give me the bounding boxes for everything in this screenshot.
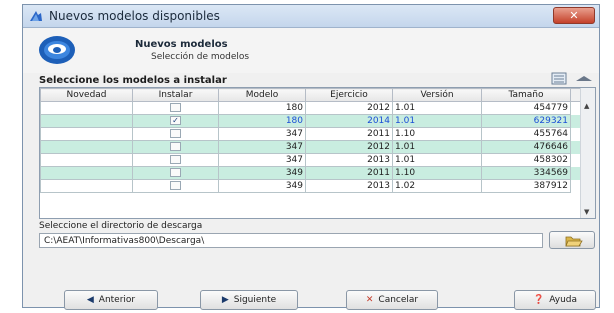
dialog-window: Nuevos modelos disponibles ✕ Nuevos mode… [22, 4, 600, 308]
install-checkbox[interactable] [170, 129, 181, 138]
cell-novedad [40, 166, 133, 180]
cell-instalar[interactable] [132, 166, 219, 180]
title-bar[interactable]: Nuevos modelos disponibles ✕ [23, 5, 599, 28]
install-checkbox[interactable] [170, 142, 181, 151]
cell-modelo: 180 [218, 101, 306, 115]
col-header-tamano[interactable]: Tamaño [481, 88, 571, 102]
install-checkbox[interactable] [170, 103, 181, 112]
cell-version: 1.01 [392, 114, 482, 128]
table-row[interactable]: 180 2012 1.01 454779 [40, 101, 584, 115]
cell-version: 1.10 [392, 127, 482, 141]
cell-novedad [40, 114, 133, 128]
cell-modelo: 347 [218, 140, 306, 154]
next-button[interactable]: ▶ Siguiente [200, 290, 298, 310]
cell-instalar[interactable]: ✓ [132, 114, 219, 128]
cell-tamano: 455764 [481, 127, 571, 141]
cell-instalar[interactable] [132, 140, 219, 154]
table-row[interactable]: ✓ 180 2014 1.01 629321 [40, 114, 584, 128]
cell-version: 1.01 [392, 140, 482, 154]
col-header-modelo[interactable]: Modelo [218, 88, 306, 102]
col-header-version[interactable]: Versión [392, 88, 482, 102]
cell-modelo: 347 [218, 153, 306, 167]
filter-icon[interactable] [575, 72, 593, 85]
help-button-label: Ayuda [549, 295, 578, 305]
cancel-button-label: Cancelar [378, 295, 419, 305]
back-button[interactable]: ◀ Anterior [64, 290, 158, 310]
cell-modelo: 349 [218, 166, 306, 180]
header-panel: Nuevos modelos Selección de modelos [23, 28, 599, 73]
cell-ejercicio: 2013 [305, 153, 393, 167]
header-subtitle: Selección de modelos [151, 52, 250, 62]
table-header-row: Novedad Instalar Modelo Ejercicio Versió… [40, 88, 584, 102]
select-all-icon[interactable] [551, 72, 569, 85]
browse-folder-button[interactable] [549, 231, 595, 249]
col-header-novedad[interactable]: Novedad [40, 88, 133, 102]
cell-tamano: 334569 [481, 166, 571, 180]
cell-tamano: 629321 [481, 114, 571, 128]
cell-tamano: 458302 [481, 153, 571, 167]
install-checkbox[interactable] [170, 155, 181, 164]
cell-ejercicio: 2011 [305, 166, 393, 180]
cell-ejercicio: 2014 [305, 114, 393, 128]
back-button-label: Anterior [98, 295, 136, 305]
cell-version: 1.01 [392, 101, 482, 115]
cell-novedad [40, 153, 133, 167]
table-row[interactable]: 347 2013 1.01 458302 [40, 153, 584, 167]
table-row[interactable]: 347 2011 1.10 455764 [40, 127, 584, 141]
cell-ejercicio: 2013 [305, 179, 393, 193]
col-header-instalar[interactable]: Instalar [132, 88, 219, 102]
cell-ejercicio: 2012 [305, 140, 393, 154]
cell-tamano: 454779 [481, 101, 571, 115]
download-dir-input[interactable] [39, 233, 543, 248]
install-checkbox[interactable]: ✓ [170, 116, 181, 125]
cell-modelo: 180 [218, 114, 306, 128]
cell-novedad [40, 127, 133, 141]
cell-novedad [40, 101, 133, 115]
cell-instalar[interactable] [132, 127, 219, 141]
cell-ejercicio: 2011 [305, 127, 393, 141]
window-title: Nuevos modelos disponibles [49, 9, 220, 23]
cell-modelo: 349 [218, 179, 306, 193]
cell-version: 1.10 [392, 166, 482, 180]
table-scrollbar[interactable]: ▲ ▼ [580, 88, 595, 218]
cell-novedad [40, 179, 133, 193]
scroll-up-icon[interactable]: ▲ [584, 102, 589, 110]
table-row[interactable]: 349 2013 1.02 387912 [40, 179, 584, 193]
help-button[interactable]: ❓ Ayuda [514, 290, 596, 310]
app-icon [30, 11, 42, 21]
help-icon: ❓ [532, 295, 545, 305]
arrow-right-icon: ▶ [221, 295, 229, 305]
cell-ejercicio: 2012 [305, 101, 393, 115]
install-checkbox[interactable] [170, 168, 181, 177]
table-row[interactable]: 349 2011 1.10 334569 [40, 166, 584, 180]
models-section-label: Seleccione los modelos a instalar [39, 75, 227, 86]
cell-novedad [40, 140, 133, 154]
cell-modelo: 347 [218, 127, 306, 141]
cancel-button[interactable]: ✕ Cancelar [346, 290, 438, 310]
download-dir-label: Seleccione el directorio de descarga [39, 221, 203, 231]
cell-version: 1.01 [392, 153, 482, 167]
cell-version: 1.02 [392, 179, 482, 193]
scroll-down-icon[interactable]: ▼ [584, 208, 589, 216]
next-button-label: Siguiente [233, 295, 277, 305]
cell-tamano: 476646 [481, 140, 571, 154]
cell-instalar[interactable] [132, 179, 219, 193]
cancel-icon: ✕ [365, 295, 374, 305]
folder-open-icon [565, 236, 583, 247]
cell-instalar[interactable] [132, 153, 219, 167]
header-title: Nuevos modelos [135, 39, 228, 50]
models-table: Novedad Instalar Modelo Ejercicio Versió… [39, 87, 596, 219]
table-row[interactable]: 347 2012 1.01 476646 [40, 140, 584, 154]
col-header-ejercicio[interactable]: Ejercicio [305, 88, 393, 102]
close-button[interactable]: ✕ [553, 7, 595, 24]
models-brand-icon [39, 36, 75, 64]
arrow-left-icon: ◀ [86, 295, 94, 305]
cell-instalar[interactable] [132, 101, 219, 115]
install-checkbox[interactable] [170, 181, 181, 190]
cell-tamano: 387912 [481, 179, 571, 193]
